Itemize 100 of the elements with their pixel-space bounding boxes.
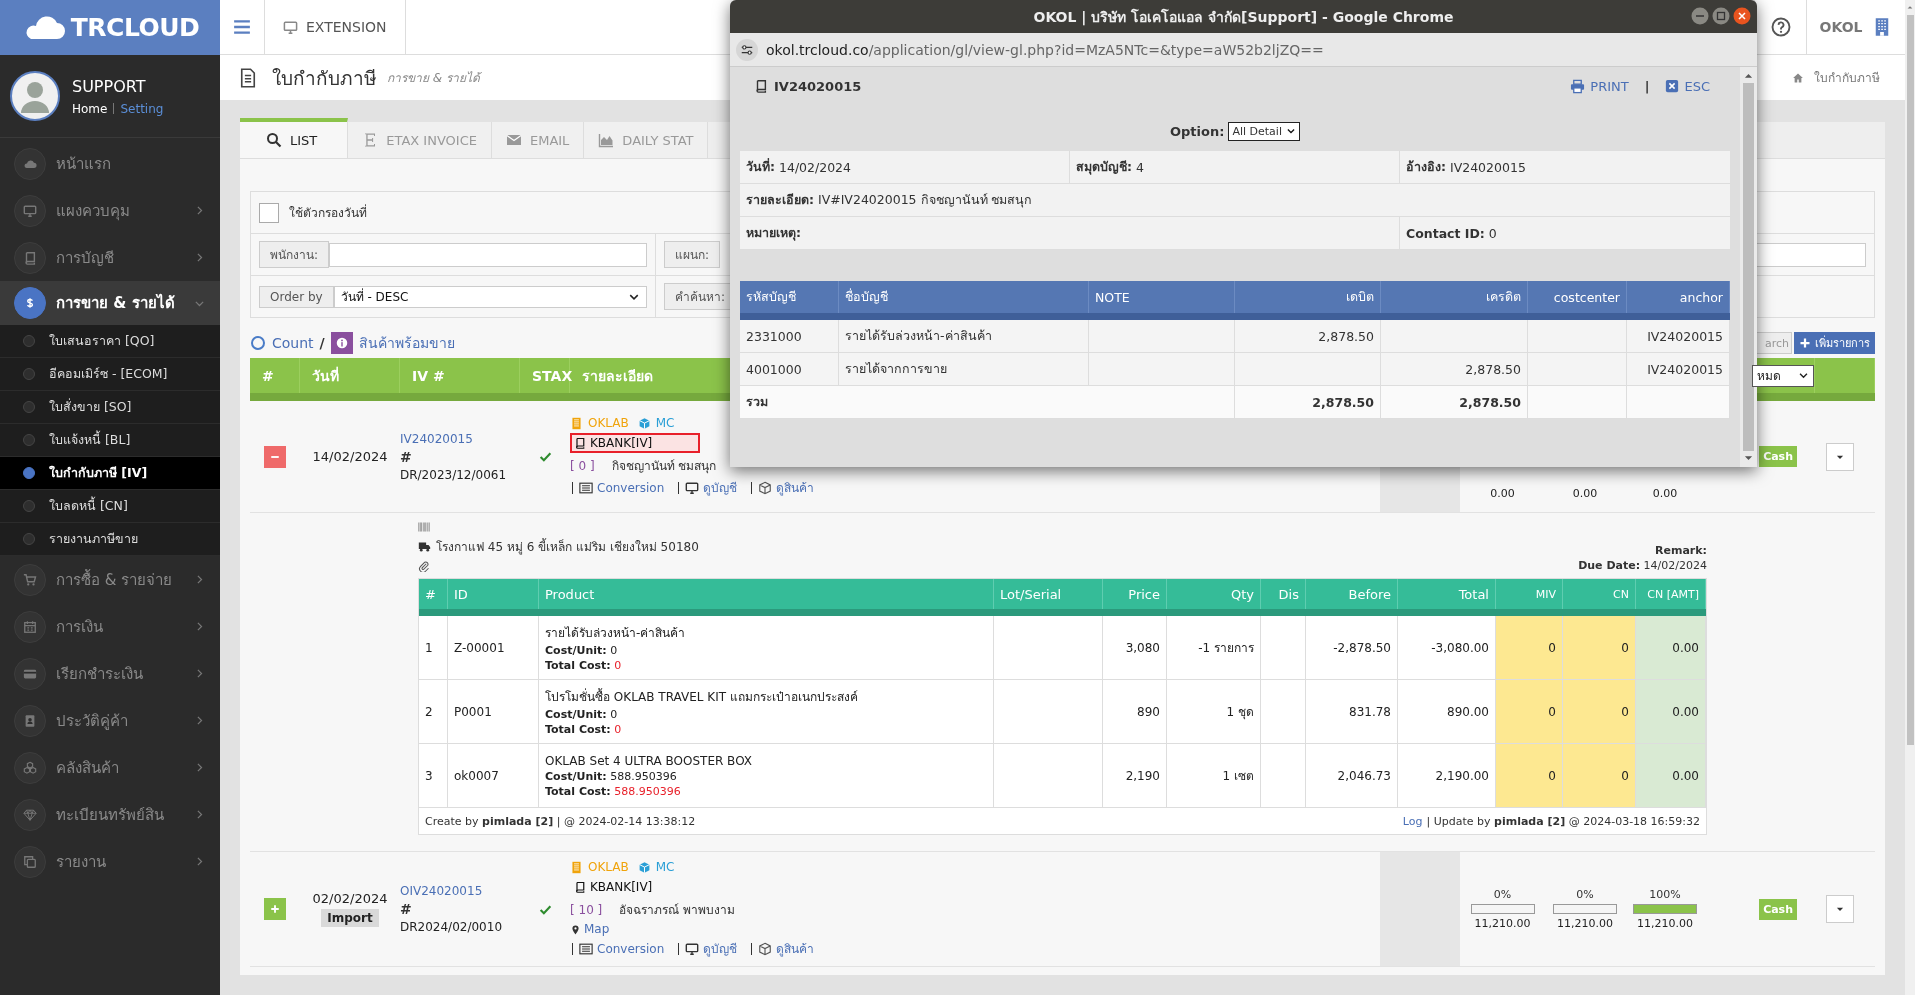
paperclip-icon <box>418 560 430 572</box>
add-button[interactable]: เพิ่มรายการ <box>1794 332 1875 354</box>
cube-icon <box>758 480 773 495</box>
home-link[interactable]: Home <box>72 101 108 116</box>
total-cost-text: Total Cost: 0 <box>545 659 622 672</box>
table-cell: 890 <box>1103 680 1167 743</box>
sidebar-item[interactable]: การบัญชี <box>0 234 220 281</box>
contact-name: อัจฉราภรณ์ พาพบงาม <box>619 902 736 919</box>
sidebar-item[interactable]: รายงาน <box>0 838 220 885</box>
sidebar-item[interactable]: การเงิน <box>0 603 220 650</box>
checkbox[interactable] <box>259 202 279 223</box>
book-icon <box>574 437 586 449</box>
amount-text: 0.00 <box>1652 487 1678 500</box>
column-header: Qty <box>1167 579 1261 609</box>
option-select[interactable]: All Detail <box>1228 121 1300 141</box>
tab[interactable]: LIST <box>240 118 349 158</box>
stock-link[interactable]: สินค้าพร้อมขาย <box>358 332 455 354</box>
sidebar-item[interactable]: ทะเบียนทรัพย์สิน <box>0 791 220 838</box>
book-icon <box>23 250 37 265</box>
action-link[interactable]: Conversion <box>597 480 665 495</box>
column-header: เดบิต <box>1235 281 1381 313</box>
table-cell: 1 เซต <box>1167 744 1261 807</box>
branch-link[interactable]: MC <box>655 860 675 874</box>
column-header: Lot/Serial <box>994 579 1103 609</box>
area-chart-icon <box>598 132 615 148</box>
option-label: Option: <box>1170 123 1225 139</box>
collapse-button[interactable] <box>264 445 286 468</box>
bullet-icon <box>23 500 35 512</box>
amount-text: 0.00 <box>1490 487 1515 500</box>
sidebar-item[interactable]: หน้าแรก <box>0 140 220 187</box>
scroll-up-icon <box>1744 71 1753 79</box>
setting-link[interactable]: Setting <box>120 101 164 116</box>
column-header: # <box>419 579 448 609</box>
site-info-button[interactable] <box>736 38 758 61</box>
column-header: STAX <box>520 358 570 393</box>
column-header: MIV <box>1496 579 1563 609</box>
close-icon <box>1665 79 1680 93</box>
checkbox-label: ใช้ตัวกรองวันที่ <box>289 203 367 222</box>
table-cell: 2,878.50 <box>1381 353 1528 385</box>
truck-icon <box>418 540 431 553</box>
status-select[interactable]: หมด <box>1752 364 1814 387</box>
contact-code: [ 10 ] <box>570 902 603 917</box>
scrollbar[interactable] <box>1740 67 1757 467</box>
minimize-button[interactable] <box>1691 7 1709 25</box>
progress-bar <box>1633 904 1697 914</box>
table-cell: 2 <box>419 680 448 743</box>
count-link[interactable]: Count <box>250 335 314 351</box>
action-link[interactable]: ดูสินค้า <box>776 939 815 958</box>
contact-card-icon <box>23 713 37 728</box>
sidebar-item[interactable]: แผงควบคุม <box>0 187 220 234</box>
field-label: Order by <box>259 285 334 308</box>
employee-field[interactable] <box>329 242 647 267</box>
url-text: okol.trcloud.co/application/gl/view-gl.php?id=MzA5NTc=&type=aW52b2ljZQ== <box>766 41 1324 58</box>
page-subtitle: การขาย & รายได้ <box>387 70 480 87</box>
total-label: รวม <box>740 386 1235 418</box>
product-name: โปรโมชั่นซื้อ OKLAB TRAVEL KIT แถมกระเป๋าอเนกประสงค์ <box>545 687 858 706</box>
dropdown-button[interactable] <box>1826 895 1854 923</box>
total-cost-text: Total Cost: 0 <box>545 723 622 736</box>
sidebar-item[interactable]: ประวัติคู่ค้า <box>0 697 220 744</box>
action-link[interactable]: ดูสินค้า <box>776 478 815 497</box>
field-label: แผนก: <box>664 241 721 268</box>
invoice-link[interactable]: IV24020015 <box>400 431 473 446</box>
action-link[interactable]: ดูบัญชี <box>703 939 738 958</box>
table-cell: 3,080 <box>1103 616 1167 679</box>
home-icon <box>1792 71 1804 84</box>
print-link[interactable]: PRINT <box>1570 78 1629 94</box>
payment-badge: Cash <box>1759 898 1797 920</box>
info-icon <box>334 336 349 350</box>
column-header: # <box>250 358 300 393</box>
expand-button[interactable] <box>264 898 286 920</box>
maximize-button[interactable] <box>1712 7 1730 25</box>
reference-text: DR2024/02/0010 <box>400 920 502 934</box>
bullet-icon <box>23 368 35 380</box>
column-header: Price <box>1103 579 1167 609</box>
sidebar-item[interactable]: การขาย & รายได้ <box>0 281 220 325</box>
dropdown-button[interactable] <box>1826 442 1854 471</box>
sidebar-item[interactable]: คลังสินค้า <box>0 744 220 791</box>
sidebar-item[interactable]: การซื้อ & รายจ่าย <box>0 556 220 603</box>
product-name: OKLAB Set 4 ULTRA BOOSTER BOX <box>545 753 753 768</box>
monitor-icon <box>685 480 700 495</box>
amount-text: 11,210.00 <box>1474 917 1531 930</box>
scrollbar[interactable] <box>1905 0 1915 995</box>
close-button[interactable] <box>1733 7 1751 25</box>
esc-link[interactable]: ESC <box>1665 78 1710 94</box>
action-link[interactable]: ดูบัญชี <box>703 478 738 497</box>
created-text: Create by pimlada [2] | @ 2024-02-14 13:38:12 <box>425 814 696 828</box>
amount-text: 11,210.00 <box>1557 917 1613 930</box>
breadcrumb-link[interactable]: ใบกำกับภาษี <box>1814 68 1880 87</box>
map-link[interactable]: Map <box>570 922 610 936</box>
branch-link[interactable]: MC <box>655 416 675 430</box>
invoice-link[interactable]: OIV24020015 <box>400 884 483 898</box>
submenu-item[interactable]: ใบกำกับภาษี [IV] <box>0 457 220 490</box>
envelope-icon <box>505 132 522 148</box>
order-select[interactable]: วันที่ - DESC <box>333 285 647 308</box>
log-link[interactable]: Log <box>1402 814 1423 828</box>
hash-text: # <box>400 448 412 465</box>
barcode-icon <box>418 521 430 533</box>
action-link[interactable]: Conversion <box>597 941 665 956</box>
sidebar-item[interactable]: เรียกชำระเงิน <box>0 650 220 697</box>
table-cell: 0 <box>1563 744 1636 807</box>
